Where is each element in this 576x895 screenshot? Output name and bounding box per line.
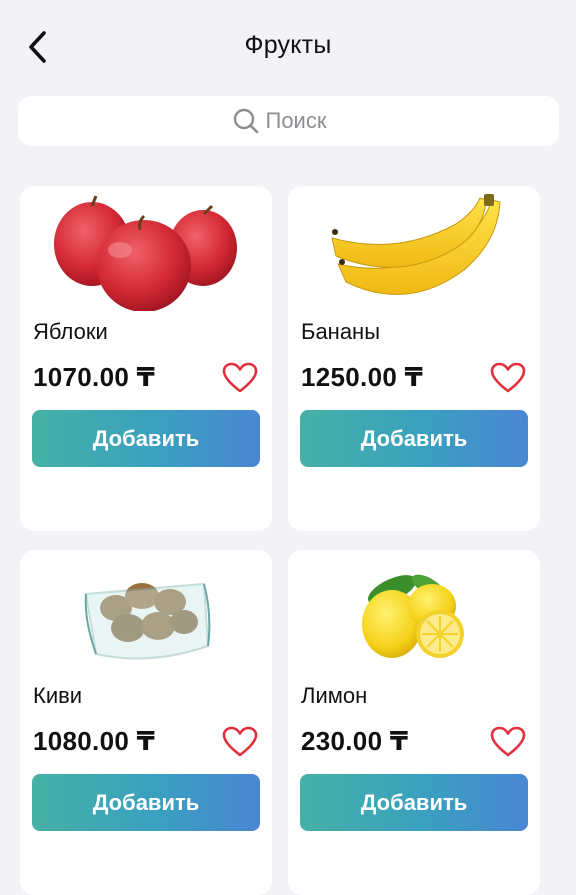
heart-icon [490, 726, 526, 757]
lemon-image [288, 550, 540, 675]
product-name: Бананы [301, 319, 381, 344]
product-card-lemon[interactable]: Лимон 230.00 ₸ Добавить [288, 550, 540, 895]
product-price: 1250.00 ₸ [301, 362, 423, 392]
search-bar[interactable] [18, 96, 559, 146]
product-price: 1080.00 ₸ [33, 726, 155, 756]
add-to-cart-button[interactable]: Добавить [32, 410, 260, 467]
search-icon [232, 107, 260, 135]
page-title: Фрукты [244, 31, 332, 59]
search-input[interactable] [265, 108, 346, 134]
apples-image [20, 186, 272, 312]
bananas-image [288, 186, 540, 311]
product-card-kiwi[interactable]: Киви 1080.00 ₸ Добавить [20, 550, 272, 895]
header: Фрукты [0, 0, 576, 94]
product-price: 230.00 ₸ [301, 726, 409, 756]
favorite-button[interactable] [489, 724, 527, 760]
favorite-button[interactable] [221, 724, 259, 760]
favorite-button[interactable] [489, 360, 527, 396]
favorite-button[interactable] [221, 360, 259, 396]
product-card-bananas[interactable]: Бананы 1250.00 ₸ Добавить [288, 186, 540, 531]
heart-icon [490, 362, 526, 393]
product-name: Яблоки [33, 319, 108, 344]
heart-icon [222, 726, 258, 757]
product-name: Лимон [301, 683, 368, 708]
add-to-cart-button[interactable]: Добавить [300, 410, 528, 467]
heart-icon [222, 362, 258, 393]
add-to-cart-button[interactable]: Добавить [32, 774, 260, 831]
product-name: Киви [33, 683, 83, 708]
kiwi-image [20, 550, 272, 675]
product-price: 1070.00 ₸ [33, 362, 155, 392]
add-to-cart-button[interactable]: Добавить [300, 774, 528, 831]
product-card-apples[interactable]: Яблоки 1070.00 ₸ Добавить [20, 186, 272, 531]
